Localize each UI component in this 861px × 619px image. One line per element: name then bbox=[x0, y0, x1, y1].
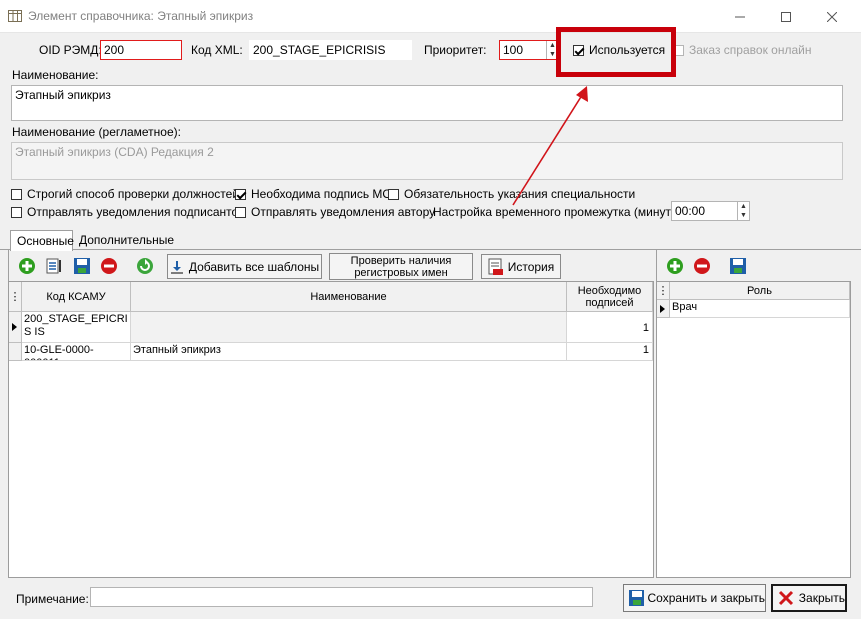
save-roles-button[interactable] bbox=[729, 257, 747, 275]
maximize-icon bbox=[781, 11, 791, 22]
history-icon bbox=[488, 258, 503, 275]
save-and-close-label: Сохранить и закрыть bbox=[647, 591, 765, 605]
role-table[interactable]: ⋮ Роль Врач bbox=[656, 281, 851, 578]
history-label: История bbox=[507, 259, 555, 274]
column-header-name[interactable]: Наименование bbox=[131, 282, 567, 312]
xml-input[interactable]: 200_STAGE_EPICRISIS bbox=[249, 40, 412, 60]
note-label: Примечание: bbox=[16, 592, 89, 606]
row-indicator[interactable] bbox=[9, 343, 22, 361]
column-chooser-icon[interactable]: ⋮ bbox=[9, 282, 22, 312]
add-role-button[interactable] bbox=[666, 257, 684, 275]
save-and-close-button[interactable]: Сохранить и закрыть bbox=[623, 584, 766, 612]
window-titlebar: Элемент справочника: Этапный эпикриз bbox=[0, 0, 861, 33]
close-label: Закрыть bbox=[798, 591, 845, 605]
oid-label: OID РЭМД: bbox=[39, 43, 102, 57]
annotation-arrow bbox=[512, 86, 588, 206]
spin-up-icon: ▲ bbox=[740, 203, 747, 210]
save-icon bbox=[730, 258, 746, 274]
tab-basic[interactable]: Основные bbox=[10, 230, 74, 251]
maximize-button[interactable] bbox=[763, 0, 809, 33]
history-button[interactable]: История bbox=[481, 254, 561, 279]
add-all-templates-button[interactable]: Добавить все шаблоны bbox=[167, 254, 322, 279]
highlight-box bbox=[556, 27, 676, 77]
column-header-signatures[interactable]: Необходимо подписей bbox=[567, 282, 653, 312]
check-registry-label-1: Проверить наличия bbox=[350, 254, 452, 267]
xml-label: Код XML: bbox=[191, 43, 243, 57]
delete-row-button[interactable] bbox=[100, 257, 118, 275]
add-icon bbox=[667, 258, 683, 274]
checkbox-icon bbox=[11, 189, 22, 200]
list-edit-icon bbox=[46, 258, 61, 274]
note-input[interactable] bbox=[90, 587, 593, 607]
time-range-input[interactable]: 00:00 ▲ ▼ bbox=[671, 201, 750, 221]
priority-input[interactable]: 100 ▲ ▼ bbox=[499, 40, 559, 60]
time-range-value: 00:00 bbox=[675, 204, 706, 218]
notify-signers-label: Отправлять уведомления подписантов bbox=[27, 205, 245, 219]
notify-author-checkbox[interactable]: Отправлять уведомления автору bbox=[235, 205, 435, 219]
row-indicator[interactable] bbox=[657, 300, 670, 318]
close-window-button[interactable] bbox=[809, 0, 855, 33]
column-chooser-icon[interactable]: ⋮ bbox=[657, 282, 670, 300]
delete-icon bbox=[694, 258, 710, 274]
table-cell-code[interactable]: 200_STAGE_EPICRIS IS bbox=[22, 312, 131, 343]
close-button[interactable]: Закрыть bbox=[771, 584, 847, 612]
reg-name-label: Наименование (регламетное): bbox=[12, 125, 181, 139]
add-icon bbox=[19, 258, 35, 274]
minimize-icon bbox=[735, 16, 745, 17]
window-title: Элемент справочника: Этапный эпикриз bbox=[28, 9, 254, 23]
edit-list-button[interactable] bbox=[45, 257, 63, 275]
spin-down-icon: ▼ bbox=[740, 212, 747, 219]
signature-mo-checkbox[interactable]: Необходима подпись МО bbox=[235, 187, 392, 201]
tab-additional[interactable]: Дополнительные настройки bbox=[73, 230, 225, 261]
signature-mo-label: Необходима подпись МО bbox=[251, 187, 392, 201]
name-label: Наименование: bbox=[12, 68, 99, 82]
refresh-button[interactable] bbox=[136, 257, 154, 275]
checkbox-icon bbox=[11, 207, 22, 218]
oid-input[interactable]: 200 bbox=[100, 40, 182, 60]
checkbox-checked-icon bbox=[235, 189, 246, 200]
checkbox-icon bbox=[235, 207, 246, 218]
name-input[interactable]: Этапный эпикриз bbox=[11, 85, 843, 121]
priority-value: 100 bbox=[503, 43, 524, 57]
time-range-spinner[interactable]: ▲ ▼ bbox=[737, 202, 749, 220]
table-cell-signatures[interactable]: 1 bbox=[567, 312, 653, 343]
table-cell-name[interactable] bbox=[131, 312, 567, 343]
checkbox-icon bbox=[388, 189, 399, 200]
order-online-checkbox[interactable]: Заказ справок онлайн bbox=[673, 43, 811, 57]
table-icon bbox=[8, 10, 22, 22]
download-icon bbox=[170, 260, 183, 274]
table-cell-name[interactable]: Этапный эпикриз bbox=[131, 343, 567, 361]
order-online-label: Заказ справок онлайн bbox=[689, 43, 812, 57]
check-registry-button[interactable]: Проверить наличия регистровых имен bbox=[329, 253, 473, 280]
column-header-role[interactable]: Роль bbox=[670, 282, 850, 300]
save-to-file-button[interactable] bbox=[73, 257, 91, 275]
main-table[interactable]: ⋮ Код КСАМУ Наименование Необходимо подп… bbox=[8, 281, 654, 578]
close-icon bbox=[778, 590, 794, 606]
priority-label: Приоритет: bbox=[424, 43, 487, 57]
minimize-button[interactable] bbox=[717, 0, 763, 33]
row-indicator[interactable] bbox=[9, 312, 22, 343]
current-row-icon bbox=[12, 323, 17, 331]
current-row-icon bbox=[660, 305, 665, 313]
notify-author-label: Отправлять уведомления автору bbox=[251, 205, 436, 219]
save-icon bbox=[74, 258, 90, 274]
notify-signers-checkbox[interactable]: Отправлять уведомления подписантов bbox=[11, 205, 245, 219]
refresh-icon bbox=[137, 258, 153, 274]
delete-icon bbox=[101, 258, 117, 274]
strict-check-checkbox[interactable]: Строгий способ проверки должностей bbox=[11, 187, 239, 201]
add-all-templates-label: Добавить все шаблоны bbox=[188, 259, 320, 274]
close-icon bbox=[827, 11, 837, 22]
check-registry-label-2: регистровых имен bbox=[354, 266, 448, 279]
table-cell-role[interactable]: Врач bbox=[670, 300, 850, 318]
column-header-code[interactable]: Код КСАМУ bbox=[22, 282, 131, 312]
strict-check-label: Строгий способ проверки должностей bbox=[27, 187, 240, 201]
add-row-button[interactable] bbox=[18, 257, 36, 275]
delete-role-button[interactable] bbox=[693, 257, 711, 275]
reg-name-input[interactable]: Этапный эпикриз (CDA) Редакция 2 bbox=[11, 142, 843, 180]
table-cell-code[interactable]: 10-GLE-0000-000011 bbox=[22, 343, 131, 361]
table-cell-signatures[interactable]: 1 bbox=[567, 343, 653, 361]
save-icon bbox=[629, 590, 644, 606]
